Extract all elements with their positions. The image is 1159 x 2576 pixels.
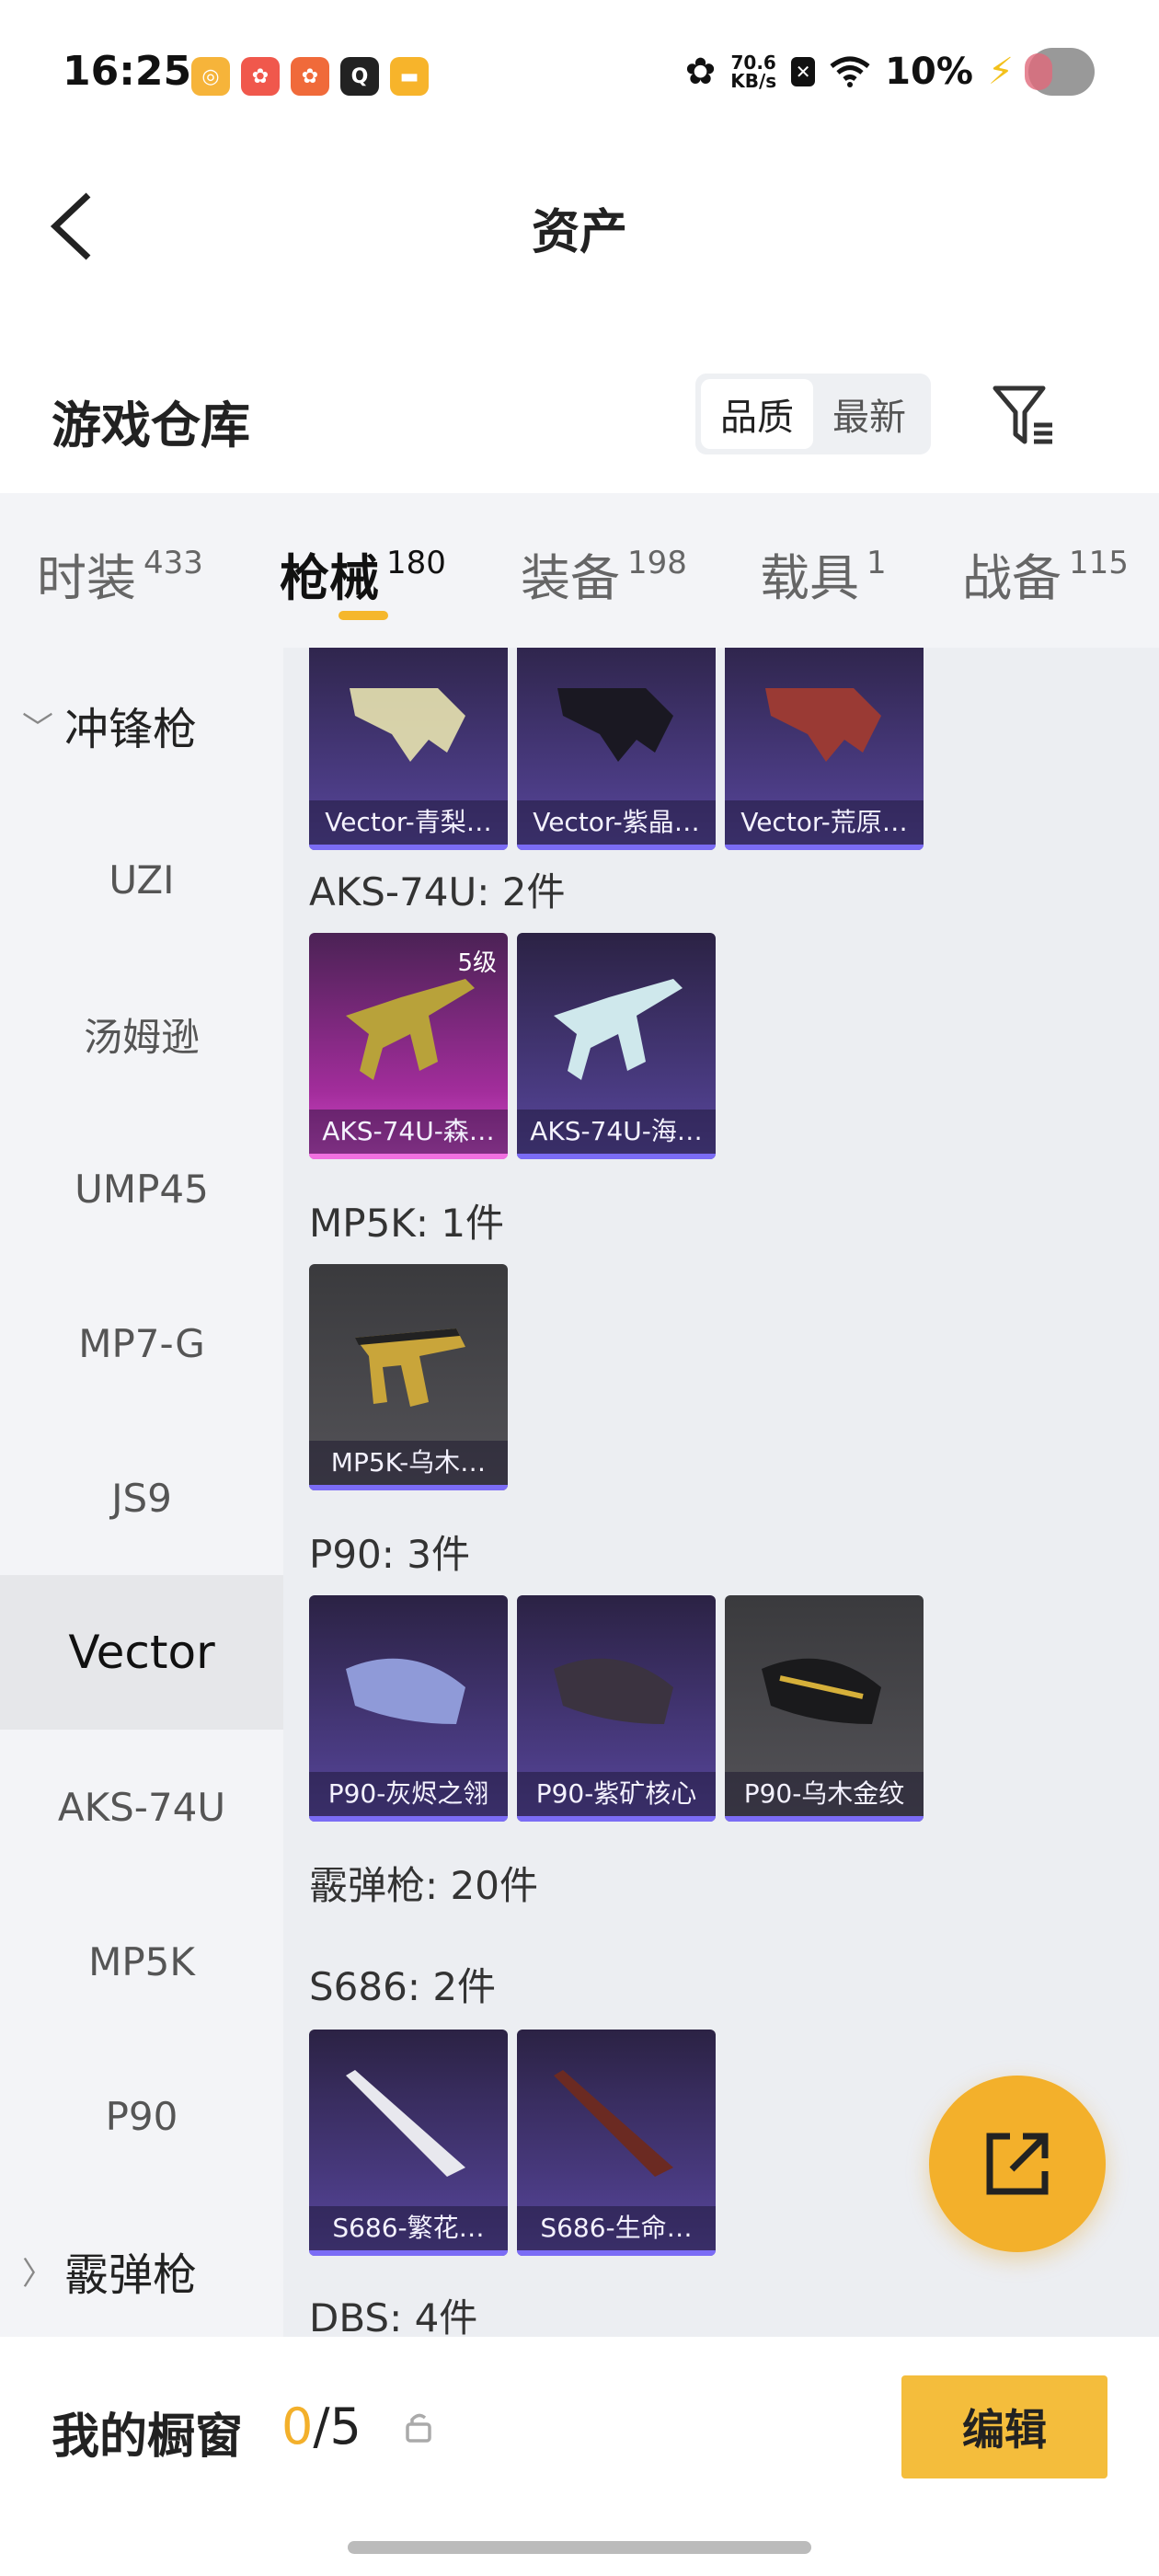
sidebar-item-ump45[interactable]: UMP45 <box>0 1111 283 1266</box>
smg-icon <box>346 1658 465 1724</box>
item-card[interactable]: S686-繁花… <box>309 2030 508 2256</box>
group-label-shotgun: 霰弹枪: 20件 <box>309 1863 538 1908</box>
smg-icon <box>762 1658 881 1724</box>
net-speed: 70.6 KB/s <box>730 52 777 92</box>
rifle-icon <box>554 979 683 1080</box>
sidebar-item-p90[interactable]: P90 <box>0 2039 283 2193</box>
home-indicator[interactable] <box>348 2541 811 2554</box>
smg-icon <box>554 1658 673 1724</box>
chevron-right-icon: 〉 <box>22 2255 53 2293</box>
sidebar-group-shotgun[interactable]: 〉 霰弹枪 <box>0 2193 283 2337</box>
app-icon-5: ▬ <box>390 57 429 96</box>
showcase-bar: 我的橱窗 0/5 编辑 <box>0 2337 1159 2576</box>
external-link-icon <box>986 2133 1049 2195</box>
sidebar-item-mp5k[interactable]: MP5K <box>0 1884 283 2039</box>
app-icon-3: ✿ <box>291 57 329 96</box>
item-card[interactable]: 5级 AKS-74U-森… <box>309 933 508 1159</box>
sort-option-latest[interactable]: 最新 <box>813 379 925 449</box>
sidebar-item-vector[interactable]: Vector <box>0 1575 283 1730</box>
group-label-aks74u: AKS-74U: 2件 <box>309 869 566 914</box>
sidebar-item-js9[interactable]: JS9 <box>0 1420 283 1575</box>
tab-supplies[interactable]: 战备 115 <box>962 537 1129 610</box>
group-label-s686: S686: 2件 <box>309 1964 497 2009</box>
charging-icon: ⚡ <box>987 51 1014 93</box>
sort-toggle: 品质 最新 <box>695 374 931 454</box>
smg-icon <box>765 688 881 762</box>
edit-button[interactable]: 编辑 <box>901 2375 1107 2478</box>
flower-icon: ✿ <box>684 51 717 93</box>
sidebar: ﹀ 冲锋枪 UZI 汤姆逊 UMP45 MP7-G JS9 Vector AKS… <box>0 648 283 2337</box>
battery-percent: 10% <box>885 51 973 93</box>
notification-icons: ◎ ✿ ✿ Q ▬ <box>191 57 429 96</box>
app-icon-1: ◎ <box>191 57 230 96</box>
wifi-icon <box>830 56 870 87</box>
sidebar-item-uzi[interactable]: UZI <box>0 802 283 957</box>
smg-icon <box>355 1328 465 1407</box>
rifle-icon <box>346 979 475 1080</box>
sim-off-icon: ✕ <box>791 57 816 86</box>
system-status: ✿ 70.6 KB/s ✕ 10% ⚡ <box>685 48 1095 96</box>
tab-fashion[interactable]: 时装 433 <box>37 537 203 610</box>
share-button[interactable] <box>929 2076 1106 2252</box>
app-icon-2: ✿ <box>241 57 280 96</box>
item-card[interactable]: S686-生命… <box>517 2030 716 2256</box>
status-time: 16:25 <box>63 48 192 95</box>
item-card[interactable]: MP5K-乌木… <box>309 1264 508 1490</box>
sidebar-item-thompson[interactable]: 汤姆逊 <box>0 957 283 1111</box>
tab-equipment[interactable]: 装备 198 <box>521 537 687 610</box>
sidebar-item-aks74u[interactable]: AKS-74U <box>0 1730 283 1884</box>
item-card[interactable]: P90-乌木金纹 <box>725 1595 924 1822</box>
status-bar: 16:25 ◎ ✿ ✿ Q ▬ ✿ 70.6 KB/s ✕ 10% ⚡ <box>0 0 1159 147</box>
filter-icon[interactable] <box>992 383 1056 447</box>
item-card[interactable]: AKS-74U-海… <box>517 933 716 1159</box>
warehouse-title: 游戏仓库 <box>52 397 250 454</box>
item-card[interactable]: Vector-荒原… <box>725 648 924 850</box>
app-icon-4: Q <box>340 57 379 96</box>
item-card[interactable]: Vector-青梨… <box>309 648 508 850</box>
group-label-p90: P90: 3件 <box>309 1532 470 1577</box>
lock-icon <box>406 2413 431 2443</box>
group-label-mp5k: MP5K: 1件 <box>309 1201 505 1246</box>
showcase-count: 0/5 <box>281 2398 361 2455</box>
category-tabs: 时装 433 枪械 180 装备 198 载具 1 战备 115 <box>0 493 1159 648</box>
tab-vehicles[interactable]: 载具 1 <box>760 537 887 610</box>
smg-icon <box>557 688 673 762</box>
item-card[interactable]: Vector-紫晶… <box>517 648 716 850</box>
shotgun-icon <box>554 2070 673 2177</box>
page-title: 资产 <box>531 205 627 260</box>
smg-icon <box>350 688 465 762</box>
group-label-dbs: DBS: 4件 <box>309 2295 478 2337</box>
item-card[interactable]: P90-紫矿核心 <box>517 1595 716 1822</box>
chevron-down-icon: ﹀ <box>22 709 53 747</box>
sidebar-group-smg[interactable]: ﹀ 冲锋枪 <box>0 648 283 802</box>
sidebar-item-mp7g[interactable]: MP7-G <box>0 1266 283 1420</box>
shotgun-icon <box>346 2070 465 2177</box>
avatar <box>1025 48 1095 96</box>
showcase-title: 我的橱窗 <box>52 2409 244 2465</box>
item-card[interactable]: P90-灰烬之翎 <box>309 1595 508 1822</box>
tab-guns[interactable]: 枪械 180 <box>280 537 446 610</box>
tab-indicator <box>339 611 388 620</box>
sort-option-quality[interactable]: 品质 <box>701 379 813 449</box>
